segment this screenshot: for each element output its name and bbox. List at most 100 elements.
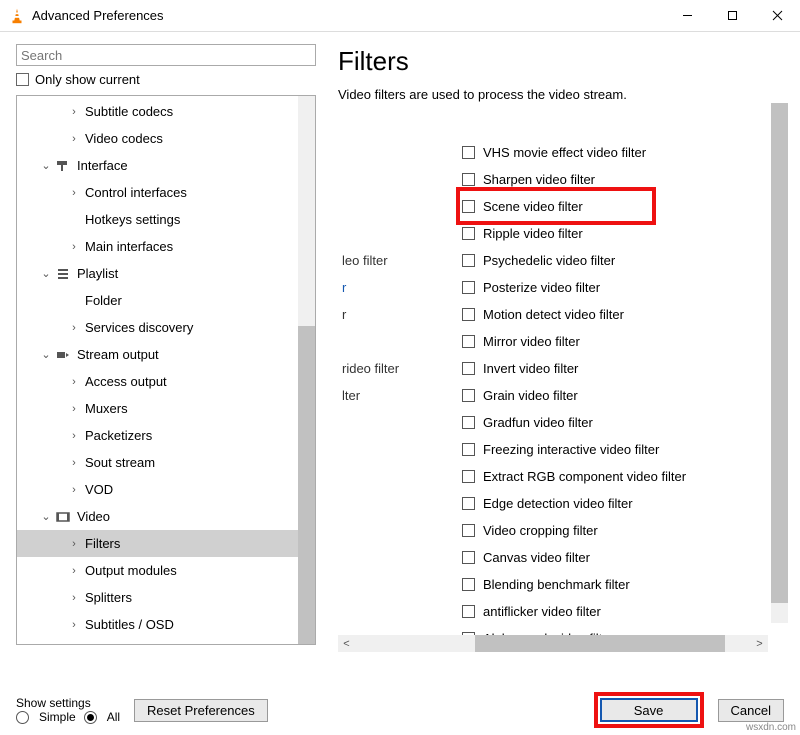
filter-checkbox[interactable]: [462, 254, 475, 267]
show-settings-label: Show settings: [16, 696, 120, 710]
filter-label[interactable]: Extract RGB component video filter: [483, 469, 686, 484]
filter-checkbox[interactable]: [462, 362, 475, 375]
tree-item-sout-stream[interactable]: ›Sout stream: [17, 449, 315, 476]
right-horiz-scrollbar[interactable]: < >: [338, 635, 768, 652]
filter-label[interactable]: Psychedelic video filter: [483, 253, 615, 268]
filter-label[interactable]: Mirror video filter: [483, 334, 580, 349]
chevron-down-icon[interactable]: ⌄: [39, 267, 53, 280]
cancel-button[interactable]: Cancel: [718, 699, 784, 722]
filter-checkbox[interactable]: [462, 281, 475, 294]
filter-checkbox[interactable]: [462, 227, 475, 240]
reset-preferences-button[interactable]: Reset Preferences: [134, 699, 268, 722]
maximize-button[interactable]: [710, 1, 755, 31]
tree-item-vod[interactable]: ›VOD: [17, 476, 315, 503]
tree-item-video[interactable]: ⌄Video: [17, 503, 315, 530]
filter-label[interactable]: Canvas video filter: [483, 550, 590, 565]
tree-item-filters[interactable]: ›Filters: [17, 530, 315, 557]
category-tree[interactable]: ›Subtitle codecs›Video codecs⌄Interface›…: [16, 95, 316, 645]
scroll-left-icon[interactable]: <: [338, 638, 355, 650]
chevron-right-icon[interactable]: ›: [67, 376, 81, 388]
chevron-down-icon[interactable]: ⌄: [39, 348, 53, 361]
filter-label[interactable]: Grain video filter: [483, 388, 578, 403]
tree-item-output-modules[interactable]: ›Output modules: [17, 557, 315, 584]
chevron-down-icon[interactable]: ⌄: [39, 159, 53, 172]
chevron-right-icon[interactable]: ›: [67, 106, 81, 118]
filter-checkbox[interactable]: [462, 551, 475, 564]
chevron-right-icon[interactable]: ›: [67, 592, 81, 604]
filter-checkbox[interactable]: [462, 443, 475, 456]
tree-scrollbar[interactable]: [298, 96, 315, 644]
filter-label[interactable]: Gradfun video filter: [483, 415, 593, 430]
chevron-right-icon[interactable]: ›: [67, 133, 81, 145]
filter-checkbox[interactable]: [462, 389, 475, 402]
filter-label[interactable]: Edge detection video filter: [483, 496, 633, 511]
chevron-right-icon[interactable]: ›: [67, 484, 81, 496]
radio-all[interactable]: [84, 711, 97, 724]
filter-checkbox[interactable]: [462, 416, 475, 429]
chevron-right-icon[interactable]: ›: [67, 565, 81, 577]
filter-row: leo filterPsychedelic video filter: [338, 247, 782, 274]
tree-item-label: Splitters: [81, 590, 132, 605]
chevron-right-icon[interactable]: ›: [67, 538, 81, 550]
chevron-down-icon[interactable]: ⌄: [39, 510, 53, 523]
scroll-right-icon[interactable]: >: [751, 638, 768, 650]
filter-label[interactable]: antiflicker video filter: [483, 604, 601, 619]
save-button[interactable]: Save: [600, 698, 698, 722]
filter-label[interactable]: Posterize video filter: [483, 280, 600, 295]
tree-item-access-output[interactable]: ›Access output: [17, 368, 315, 395]
list-icon: [53, 267, 73, 281]
filter-checkbox[interactable]: [462, 200, 475, 213]
tree-item-label: Filters: [81, 536, 120, 551]
tree-item-interface[interactable]: ⌄Interface: [17, 152, 315, 179]
chevron-right-icon[interactable]: ›: [67, 403, 81, 415]
radio-simple-label[interactable]: Simple: [39, 710, 76, 724]
chevron-right-icon[interactable]: ›: [67, 430, 81, 442]
filter-checkbox[interactable]: [462, 173, 475, 186]
filter-row: Gradfun video filter: [338, 409, 782, 436]
tree-item-muxers[interactable]: ›Muxers: [17, 395, 315, 422]
radio-simple[interactable]: [16, 711, 29, 724]
minimize-button[interactable]: [665, 1, 710, 31]
filter-label[interactable]: Freezing interactive video filter: [483, 442, 659, 457]
tree-item-control-interfaces[interactable]: ›Control interfaces: [17, 179, 315, 206]
tree-item-packetizers[interactable]: ›Packetizers: [17, 422, 315, 449]
tree-item-main-interfaces[interactable]: ›Main interfaces: [17, 233, 315, 260]
tree-item-splitters[interactable]: ›Splitters: [17, 584, 315, 611]
filter-label[interactable]: Ripple video filter: [483, 226, 583, 241]
filter-checkbox[interactable]: [462, 470, 475, 483]
tree-item-playlist[interactable]: ⌄Playlist: [17, 260, 315, 287]
chevron-right-icon[interactable]: ›: [67, 187, 81, 199]
filter-checkbox[interactable]: [462, 308, 475, 321]
filter-label[interactable]: Blending benchmark filter: [483, 577, 630, 592]
filter-label[interactable]: Sharpen video filter: [483, 172, 595, 187]
tree-item-video-codecs[interactable]: ›Video codecs: [17, 125, 315, 152]
filter-label[interactable]: Invert video filter: [483, 361, 578, 376]
radio-all-label[interactable]: All: [107, 710, 120, 724]
tree-item-label: Video codecs: [81, 131, 163, 146]
chevron-right-icon[interactable]: ›: [67, 322, 81, 334]
only-show-current-checkbox[interactable]: [16, 73, 29, 86]
right-vert-scrollbar[interactable]: [771, 103, 788, 623]
tree-item-hotkeys-settings[interactable]: Hotkeys settings: [17, 206, 315, 233]
close-button[interactable]: [755, 1, 800, 31]
search-input[interactable]: [16, 44, 316, 66]
chevron-right-icon[interactable]: ›: [67, 241, 81, 253]
tree-item-folder[interactable]: Folder: [17, 287, 315, 314]
tree-item-stream-output[interactable]: ⌄Stream output: [17, 341, 315, 368]
filter-checkbox[interactable]: [462, 146, 475, 159]
filter-label[interactable]: VHS movie effect video filter: [483, 145, 646, 160]
filter-checkbox[interactable]: [462, 335, 475, 348]
filter-checkbox[interactable]: [462, 524, 475, 537]
chevron-right-icon[interactable]: ›: [67, 619, 81, 631]
tree-item-subtitles-osd[interactable]: ›Subtitles / OSD: [17, 611, 315, 638]
filter-row: antiflicker video filter: [338, 598, 782, 625]
filter-checkbox[interactable]: [462, 578, 475, 591]
tree-item-services-discovery[interactable]: ›Services discovery: [17, 314, 315, 341]
filter-label[interactable]: Motion detect video filter: [483, 307, 624, 322]
filter-checkbox[interactable]: [462, 605, 475, 618]
chevron-right-icon[interactable]: ›: [67, 457, 81, 469]
filter-label[interactable]: Video cropping filter: [483, 523, 598, 538]
filter-checkbox[interactable]: [462, 497, 475, 510]
filter-label[interactable]: Scene video filter: [483, 199, 583, 214]
tree-item-subtitle-codecs[interactable]: ›Subtitle codecs: [17, 98, 315, 125]
